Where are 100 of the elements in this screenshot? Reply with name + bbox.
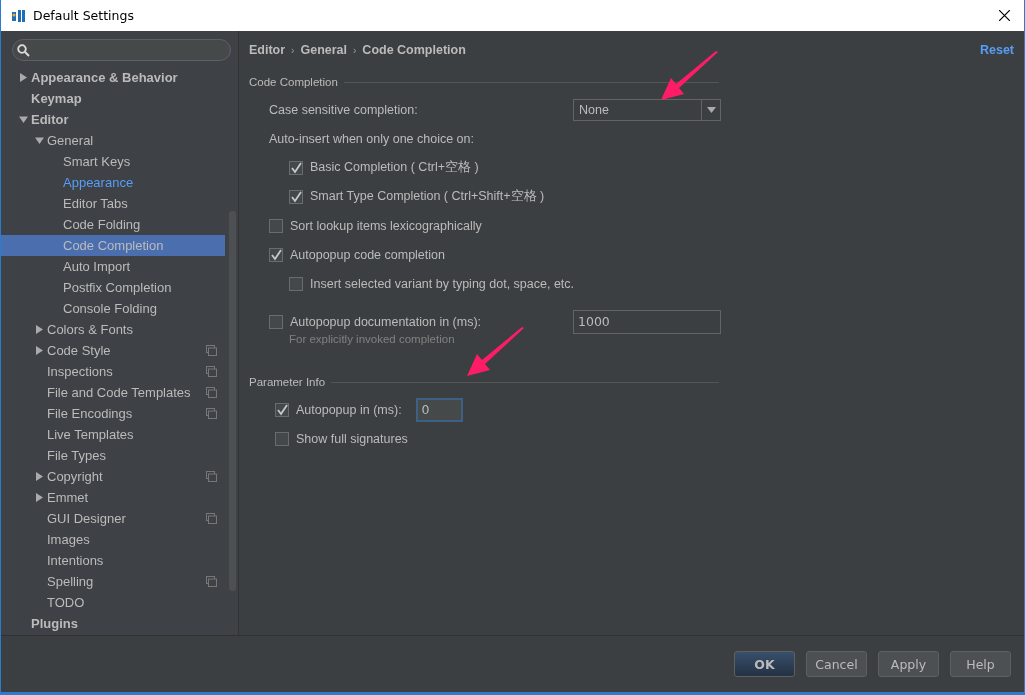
collapsed-arrow-icon[interactable] [35, 346, 44, 355]
expanded-arrow-icon[interactable] [35, 136, 44, 145]
breadcrumb-separator: › [353, 44, 357, 56]
input-field[interactable]: 1000 [573, 309, 721, 334]
tree-item[interactable]: File Encodings [1, 403, 225, 424]
tree-item[interactable]: Editor Tabs [1, 193, 225, 214]
dialog-button[interactable]: Help [950, 651, 1011, 677]
tree-item-label: Console Folding [63, 301, 157, 316]
tree-item[interactable]: File and Code Templates [1, 382, 225, 403]
annotation-arrow [661, 51, 719, 101]
checkbox[interactable] [289, 189, 303, 204]
tree-item-label: Inspections [47, 364, 113, 379]
annotation-arrow [467, 327, 525, 377]
checkbox-label: Sort lookup items lexicographically [290, 218, 482, 233]
tree-item-label: Appearance & Behavior [31, 70, 178, 85]
tree-item-label: Emmet [47, 490, 89, 505]
breadcrumb-item: General [300, 43, 347, 57]
tree-item-label: Colors & Fonts [47, 322, 133, 337]
tree-item-label: Smart Keys [63, 154, 131, 169]
collapsed-arrow-icon[interactable] [35, 472, 44, 481]
dropdown-caret-icon [706, 106, 716, 113]
tree-item-label: Editor Tabs [63, 196, 128, 211]
tree-item[interactable]: Live Templates [1, 424, 225, 445]
checkbox-label: Insert selected variant by typing dot, space, etc. [310, 276, 575, 291]
breadcrumb-separator: › [291, 44, 295, 56]
tree-item-label: Code Folding [63, 217, 141, 232]
checkbox-label: Autopopup documentation in (ms): [290, 314, 482, 329]
collapsed-arrow-icon[interactable] [19, 73, 28, 82]
dropdown[interactable]: None [573, 98, 721, 121]
input-field[interactable]: 0 [415, 397, 463, 422]
tree-item-label: File Types [47, 448, 106, 463]
tree-item[interactable]: Emmet [1, 487, 225, 508]
checkbox-label: Autopopup code completion [290, 247, 445, 262]
field-label: Case sensitive completion: [269, 102, 418, 117]
search-icon [17, 43, 30, 57]
tree-item[interactable]: Plugins [1, 613, 225, 634]
checkbox[interactable] [269, 247, 283, 262]
section-title: Parameter Info [249, 376, 326, 388]
tree-item[interactable]: General [1, 130, 225, 151]
search-field[interactable] [12, 39, 231, 61]
tree-item-label: Plugins [31, 616, 78, 631]
collapsed-arrow-icon[interactable] [35, 493, 44, 502]
tree-item-label: General [47, 133, 94, 148]
tree-item-label: File Encodings [47, 406, 133, 421]
tree-item[interactable]: Smart Keys [1, 151, 225, 172]
tree-item-label: Keymap [31, 91, 82, 106]
tree-item-label: TODO [47, 595, 85, 610]
checkbox[interactable] [289, 160, 303, 175]
tree-item-label: Editor [31, 112, 69, 127]
tree-item-label: Images [47, 532, 90, 547]
collapsed-arrow-icon[interactable] [35, 325, 44, 334]
reset-link[interactable]: Reset [979, 43, 1014, 57]
tree-item[interactable]: Code Style [1, 340, 225, 361]
checkbox-label: Basic Completion ( Ctrl+空格 ) [310, 159, 479, 176]
breadcrumb-item: Code Completion [362, 43, 466, 57]
hint-text: For explicitly invoked completion [288, 333, 456, 347]
tree-item-label: Appearance [63, 175, 134, 190]
tree-item[interactable]: Inspections [1, 361, 225, 382]
expanded-arrow-icon[interactable] [19, 115, 28, 124]
window-title: Default Settings [33, 8, 135, 23]
dialog-button[interactable]: OK [734, 651, 795, 677]
tree-item[interactable]: Appearance & Behavior [1, 67, 225, 88]
tree-item[interactable]: TODO [1, 592, 225, 613]
breadcrumb-item: Editor [249, 43, 286, 57]
tree-item[interactable]: GUI Designer [1, 508, 225, 529]
tree-item[interactable]: Intentions [1, 550, 225, 571]
tree-item-label: Auto Import [63, 259, 131, 274]
tree-item-label: Copyright [47, 469, 103, 484]
tree-item[interactable]: Images [1, 529, 225, 550]
tree-item[interactable]: Console Folding [1, 298, 225, 319]
tree-item[interactable]: Appearance [1, 172, 225, 193]
checkbox-label: Smart Type Completion ( Ctrl+Shift+空格 ) [310, 188, 545, 205]
checkbox[interactable] [289, 276, 303, 291]
tree-item[interactable]: File Types [1, 445, 225, 466]
tree-item[interactable]: Copyright [1, 466, 225, 487]
section-title: Code Completion [249, 76, 338, 88]
checkbox[interactable] [275, 431, 289, 446]
tree-item[interactable]: Auto Import [1, 256, 225, 277]
tree-item-label: Spelling [47, 574, 94, 589]
tree-item[interactable]: Editor [1, 109, 225, 130]
checkbox-label: Autopopup in (ms): [296, 402, 402, 417]
checkbox-label: Show full signatures [296, 431, 408, 446]
tree-item-label: Intentions [47, 553, 104, 568]
close-icon [998, 10, 1010, 21]
tree-item[interactable]: Code Folding [1, 214, 225, 235]
dialog-button[interactable]: Cancel [806, 651, 867, 677]
checkbox[interactable] [275, 402, 289, 417]
tree-item-label: Live Templates [47, 427, 134, 442]
field-label: Auto-insert when only one choice on: [269, 131, 474, 146]
tree-item[interactable]: Colors & Fonts [1, 319, 225, 340]
tree-item-label: GUI Designer [47, 511, 126, 526]
tree-item-label: Code Completion [63, 238, 164, 253]
tree-item-label: Postfix Completion [63, 280, 172, 295]
dialog-button[interactable]: Apply [878, 651, 939, 677]
tree-item[interactable]: Keymap [1, 88, 225, 109]
tree-item[interactable]: Spelling [1, 571, 225, 592]
tree-item[interactable]: Postfix Completion [1, 277, 225, 298]
checkbox[interactable] [269, 314, 283, 329]
tree-item-label: File and Code Templates [47, 385, 191, 400]
checkbox[interactable] [269, 218, 283, 233]
